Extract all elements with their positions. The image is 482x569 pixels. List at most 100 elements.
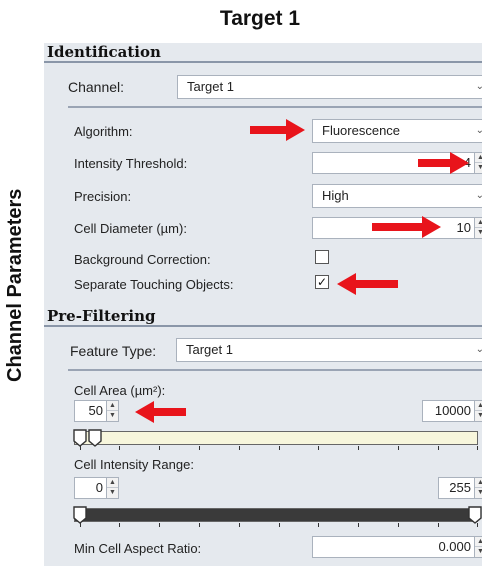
arrow-right-icon [372, 216, 441, 238]
spin-down-icon[interactable]: ▼ [107, 411, 118, 421]
cell-area-max-value: 10000 [434, 403, 471, 418]
spin-down-icon[interactable]: ▼ [475, 163, 482, 173]
spin-down-icon[interactable]: ▼ [475, 228, 482, 238]
cell-area-min-thumb[interactable] [73, 429, 87, 447]
background-correction-checkbox[interactable] [315, 250, 329, 264]
tick [279, 523, 280, 527]
tick [398, 523, 399, 527]
cell-area-min-stepper[interactable]: 50 ▲ ▼ [74, 400, 119, 422]
cell-diameter-label: Cell Diameter (µm): [74, 221, 187, 236]
algorithm-dropdown[interactable]: Fluorescence ⌄ [312, 119, 482, 143]
tick [159, 446, 160, 450]
cell-area-ticks [80, 446, 478, 450]
cell-area-label: Cell Area (µm²): [74, 383, 166, 398]
min-aspect-stepper[interactable]: 0.000 ▲ ▼ [312, 536, 482, 558]
spin-up-icon[interactable]: ▲ [475, 153, 482, 163]
precision-value: High [322, 188, 349, 203]
tick [438, 446, 439, 450]
spin-down-icon[interactable]: ▼ [107, 488, 118, 498]
precision-dropdown[interactable]: High ⌄ [312, 184, 482, 208]
spin-down-icon[interactable]: ▼ [475, 411, 482, 421]
identification-header-text: Identification [47, 43, 161, 61]
spin-down-icon[interactable]: ▼ [475, 488, 482, 498]
cell-area-max-thumb[interactable] [88, 429, 102, 447]
tick [80, 523, 81, 527]
spin-down-icon[interactable]: ▼ [475, 547, 482, 557]
spin-buttons[interactable]: ▲ ▼ [474, 401, 482, 421]
pre-filtering-header-text: Pre-Filtering [47, 307, 156, 325]
algorithm-label: Algorithm: [74, 124, 133, 139]
feature-divider [68, 369, 482, 371]
arrow-right-icon [250, 119, 305, 141]
cell-diameter-value: 10 [456, 220, 471, 235]
identification-header-rule [44, 61, 482, 63]
background-correction-label: Background Correction: [74, 252, 211, 267]
separate-touching-checkbox[interactable]: ✓ [315, 275, 329, 289]
cell-intensity-max-thumb[interactable] [468, 506, 482, 524]
spin-up-icon[interactable]: ▲ [475, 401, 482, 411]
tick [119, 446, 120, 450]
cell-area-max-stepper[interactable]: 10000 ▲ ▼ [422, 400, 482, 422]
side-title: Channel Parameters [4, 188, 26, 382]
spin-up-icon[interactable]: ▲ [107, 478, 118, 488]
chevron-down-icon[interactable]: ⌄ [476, 185, 482, 207]
spin-buttons[interactable]: ▲ ▼ [106, 401, 118, 421]
feature-type-label: Feature Type: [70, 343, 157, 359]
algorithm-value: Fluorescence [322, 123, 401, 138]
separate-touching-label: Separate Touching Objects: [74, 277, 234, 292]
feature-type-dropdown[interactable]: Target 1 ⌄ [176, 338, 482, 362]
tick [358, 523, 359, 527]
channel-value: Target 1 [187, 79, 234, 94]
cell-intensity-min-thumb[interactable] [73, 506, 87, 524]
cell-intensity-min-stepper[interactable]: 0 ▲ ▼ [74, 477, 119, 499]
tick [279, 446, 280, 450]
cell-intensity-max-stepper[interactable]: 255 ▲ ▼ [438, 477, 482, 499]
cell-area-min-value: 50 [88, 403, 103, 418]
spin-buttons[interactable]: ▲ ▼ [474, 218, 482, 238]
precision-label: Precision: [74, 189, 132, 204]
chevron-down-icon[interactable]: ⌄ [476, 339, 482, 361]
cell-intensity-max-value: 255 [449, 480, 471, 495]
tick [239, 446, 240, 450]
chevron-down-icon[interactable]: ⌄ [476, 76, 482, 98]
spin-buttons[interactable]: ▲ ▼ [474, 153, 482, 173]
cell-intensity-ticks [80, 523, 478, 527]
tick [477, 446, 478, 450]
tick [199, 523, 200, 527]
tick [358, 446, 359, 450]
chevron-down-icon[interactable]: ⌄ [476, 120, 482, 142]
arrow-left-icon [135, 401, 186, 423]
pre-filtering-header: Pre-Filtering [44, 307, 482, 327]
intensity-threshold-label: Intensity Threshold: [74, 156, 188, 171]
tick [398, 446, 399, 450]
spin-up-icon[interactable]: ▲ [475, 218, 482, 228]
feature-type-value: Target 1 [186, 342, 233, 357]
channel-dropdown[interactable]: Target 1 ⌄ [177, 75, 482, 99]
cell-area-range-slider[interactable] [74, 431, 478, 445]
tick [318, 523, 319, 527]
spin-up-icon[interactable]: ▲ [475, 537, 482, 547]
channel-divider [68, 106, 482, 108]
min-aspect-label: Min Cell Aspect Ratio: [74, 541, 202, 556]
arrow-right-icon [418, 152, 469, 174]
cell-intensity-label: Cell Intensity Range: [74, 457, 194, 472]
spin-up-icon[interactable]: ▲ [107, 401, 118, 411]
tick [119, 523, 120, 527]
pre-filtering-header-rule [44, 325, 482, 327]
cell-intensity-min-value: 0 [95, 480, 103, 495]
tick [438, 523, 439, 527]
min-aspect-value: 0.000 [438, 539, 471, 554]
tick [159, 523, 160, 527]
tick [477, 523, 478, 527]
spin-buttons[interactable]: ▲ ▼ [474, 537, 482, 557]
identification-header: Identification [44, 43, 482, 63]
spin-up-icon[interactable]: ▲ [475, 478, 482, 488]
tick [80, 446, 81, 450]
spin-buttons[interactable]: ▲ ▼ [474, 478, 482, 498]
tick [318, 446, 319, 450]
tick [199, 446, 200, 450]
cell-intensity-range-slider[interactable] [74, 508, 478, 522]
tick [239, 523, 240, 527]
spin-buttons[interactable]: ▲ ▼ [106, 478, 118, 498]
arrow-left-icon [337, 273, 398, 295]
